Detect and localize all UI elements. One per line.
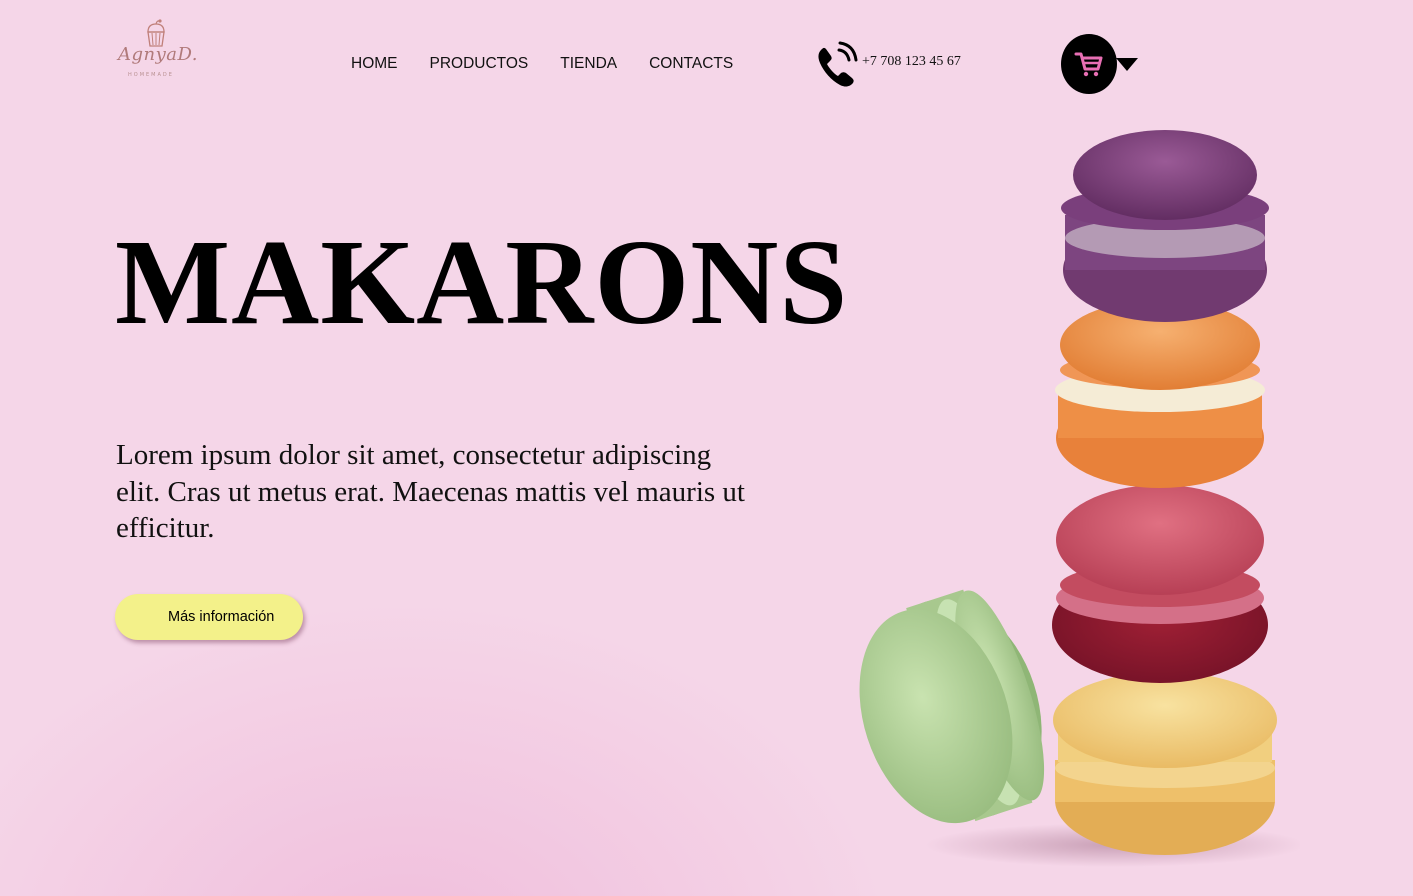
caret-down-icon[interactable] (1116, 58, 1138, 71)
cart-button[interactable] (1061, 34, 1117, 94)
phone-icon (818, 41, 858, 87)
hero-title: MAKARONS (115, 215, 849, 350)
macaron-stack-image (859, 130, 1300, 867)
shopping-cart-icon (1074, 52, 1103, 77)
brand-name: AgnyaD. (118, 44, 199, 65)
nav-item-contacts[interactable]: CONTACTS (633, 54, 749, 74)
background-glow (0, 596, 900, 896)
phone-contact[interactable]: +7 708 123 45 67 (815, 40, 961, 88)
nav-item-productos[interactable]: PRODUCTOS (414, 54, 545, 74)
brand-tagline: HOMEMADE (128, 72, 174, 78)
nav-item-tienda[interactable]: TIENDA (544, 54, 633, 74)
main-nav: HOME PRODUCTOS TIENDA CONTACTS (335, 54, 749, 74)
more-info-button[interactable]: Más información (115, 594, 303, 640)
phone-number[interactable]: +7 708 123 45 67 (862, 54, 961, 70)
nav-item-home[interactable]: HOME (335, 54, 414, 74)
brand-logo[interactable]: AgnyaD. HOMEMADE (112, 18, 202, 88)
hero-description: Lorem ipsum dolor sit amet, consectetur … (116, 439, 745, 544)
